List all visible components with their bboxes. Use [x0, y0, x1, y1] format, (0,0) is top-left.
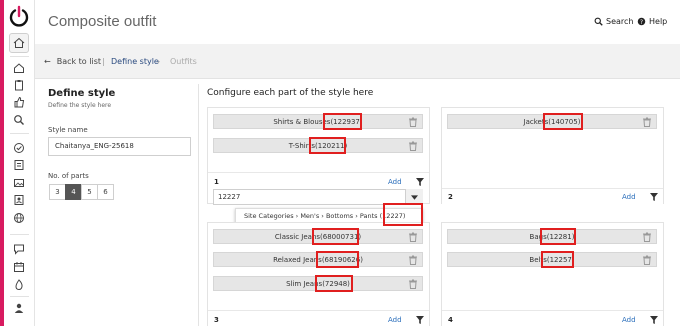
trash-icon[interactable]	[642, 255, 652, 265]
highlight-box	[315, 275, 353, 292]
part-footer-4: 4 Add	[442, 310, 663, 326]
column-divider	[198, 84, 199, 326]
page-title: Composite outfit	[48, 13, 157, 30]
highlight-box	[540, 228, 576, 245]
breadcrumb-outfits[interactable]: Outfits	[170, 57, 197, 66]
trash-icon[interactable]	[408, 141, 418, 151]
back-to-list-link[interactable]: ← Back to list	[44, 57, 101, 66]
filter-icon[interactable]	[650, 193, 658, 201]
part-number-2: 2	[448, 193, 453, 201]
configure-heading: Configure each part of the style here	[207, 88, 374, 98]
filter-icon[interactable]	[416, 178, 424, 186]
highlight-box	[383, 203, 423, 226]
define-style-subtitle: Define the style here	[48, 102, 112, 109]
highlight-box	[312, 228, 359, 245]
highlight-box	[316, 251, 359, 268]
trash-icon[interactable]	[408, 232, 418, 242]
list-icon[interactable]	[9, 155, 29, 175]
house-icon[interactable]	[9, 33, 29, 53]
search-link[interactable]: Search	[594, 17, 633, 26]
define-style-heading: Define style	[48, 88, 116, 99]
globe-icon[interactable]	[9, 208, 29, 228]
user-icon[interactable]	[9, 298, 29, 318]
search-label: Search	[606, 17, 634, 26]
parts-option-5[interactable]: 5	[81, 184, 98, 200]
breadcrumb-separator: |	[102, 57, 105, 66]
filter-icon[interactable]	[650, 316, 658, 324]
add-button-4[interactable]: Add	[622, 316, 636, 324]
page-header: Composite outfit Search ? Help	[35, 0, 680, 44]
add-button-2[interactable]: Add	[622, 193, 636, 201]
chat-icon[interactable]	[9, 239, 29, 259]
breadcrumb-chevron-icon: ›	[157, 57, 161, 66]
help-icon: ?	[637, 17, 646, 26]
search-icon	[594, 17, 603, 26]
add-button-3[interactable]: Add	[388, 316, 402, 324]
item-name: Relaxed Jeans	[273, 255, 322, 264]
svg-text:?: ?	[640, 19, 643, 26]
contact-icon[interactable]	[9, 190, 29, 210]
part-footer-2: 2 Add	[442, 188, 663, 204]
parts-option-6[interactable]: 6	[97, 184, 114, 200]
add-button-1[interactable]: Add	[388, 178, 402, 186]
sidebar	[4, 0, 35, 326]
back-label: Back to list	[56, 57, 101, 66]
parts-label: No. of parts	[48, 172, 89, 180]
arrow-left-icon: ←	[44, 57, 51, 66]
parts-option-3[interactable]: 3	[49, 184, 66, 200]
highlight-box	[309, 137, 346, 154]
part-number-4: 4	[448, 316, 453, 324]
highlight-box	[543, 113, 583, 130]
help-link[interactable]: ? Help	[637, 17, 667, 26]
part-footer-1: 1 Add	[208, 172, 429, 190]
filter-icon[interactable]	[416, 316, 424, 324]
define-style-section: Define style Define the style here	[48, 88, 198, 109]
power-logo[interactable]	[8, 5, 30, 27]
help-label: Help	[649, 17, 668, 26]
part-number-1: 1	[214, 178, 219, 186]
style-name-input[interactable]: Chaitanya_ENG-25618	[48, 137, 191, 156]
part-number-3: 3	[214, 316, 219, 324]
fire-icon[interactable]	[9, 275, 29, 295]
highlight-box	[323, 113, 362, 130]
thumbs-up-icon[interactable]	[9, 92, 29, 112]
trash-icon[interactable]	[408, 279, 418, 289]
trash-icon[interactable]	[642, 117, 652, 127]
parts-option-4[interactable]: 4	[65, 184, 82, 200]
parts-selector: 3 4 5 6	[49, 184, 114, 200]
highlight-box	[541, 251, 574, 268]
chevron-down-icon	[411, 194, 418, 200]
breadcrumb-define-style[interactable]: Define style	[111, 57, 159, 66]
style-name-label: Style name	[48, 126, 88, 134]
app-window: Composite outfit Search ? Help ← Back to…	[0, 0, 680, 326]
part-footer-3: 3 Add	[208, 310, 429, 326]
search-icon[interactable]	[9, 110, 29, 130]
breadcrumb: ← Back to list | Define style › Outfits	[35, 44, 680, 79]
trash-icon[interactable]	[642, 232, 652, 242]
trash-icon[interactable]	[408, 255, 418, 265]
list-item: Shirts & Blouses (122937)	[213, 114, 423, 129]
item-name: Shirts & Blouses	[273, 117, 331, 126]
trash-icon[interactable]	[408, 117, 418, 127]
calendar-icon[interactable]	[9, 257, 29, 277]
